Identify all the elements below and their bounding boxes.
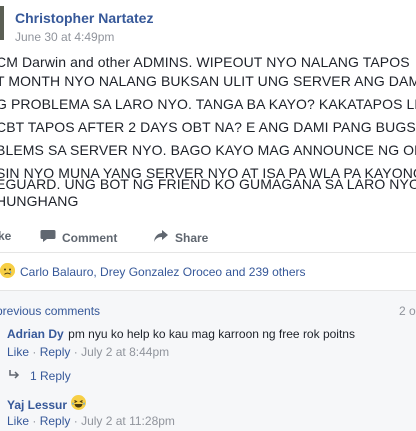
share-button[interactable]: Share	[153, 229, 208, 246]
comment-button[interactable]: Comment	[40, 229, 117, 246]
comment-author[interactable]: Yaj Lessur	[7, 398, 67, 412]
laughing-face-icon	[71, 395, 87, 415]
share-label: Share	[175, 230, 209, 245]
comment-reply-link[interactable]: Reply	[40, 414, 71, 428]
like-label: ke	[0, 229, 12, 243]
post-text-line: EGUARD. UNG BOT NG FRIEND KO GUMAGANA SA…	[0, 176, 416, 192]
comment-label: Comment	[62, 230, 118, 245]
comment-time[interactable]: July 2 at 8:44pm	[81, 345, 169, 359]
comment-author[interactable]: Adrian Dy	[7, 327, 64, 341]
post-text-line: CBT TAPOS AFTER 2 DAYS OBT NA? E ANG DAM…	[0, 119, 416, 135]
view-replies-link[interactable]: 1 Reply	[30, 369, 71, 383]
divider	[0, 252, 416, 253]
comment: Yaj Lessur	[7, 395, 87, 415]
comment-like-link[interactable]: Like	[7, 414, 29, 428]
comment-text: pm nyu ko help ko kau mag karroon ng fre…	[68, 327, 355, 341]
reaction-summary[interactable]: Carlo Balauro, Drey Gonzalez Oroceo and …	[20, 265, 306, 279]
post-text-line: BLEMS SA SERVER NYO. BAGO KAYO MAG ANNOU…	[0, 142, 416, 158]
comment-bubble-icon	[40, 229, 56, 246]
like-button[interactable]: ke	[0, 229, 11, 243]
post-text-line: HUNGHANG	[0, 193, 79, 209]
comment-meta: Like · Reply · July 2 at 8:44pm	[7, 345, 170, 359]
comment-like-link[interactable]: Like	[7, 345, 29, 359]
share-arrow-icon	[153, 229, 169, 246]
comment-count: 2 o	[399, 304, 416, 318]
post-timestamp[interactable]: June 30 at 4:49pm	[15, 30, 114, 44]
avatar[interactable]	[0, 6, 4, 40]
comment-meta: Like · Reply · July 2 at 11:28pm	[7, 414, 175, 428]
comment-time[interactable]: July 2 at 11:28pm	[81, 414, 175, 428]
comment: Adrian Dy pm nyu ko help ko kau mag karr…	[7, 325, 355, 343]
post-text-line: T MONTH NYO NALANG BUKSAN ULIT UNG SERVE…	[0, 73, 416, 89]
view-previous-comments-link[interactable]: previous comments	[0, 304, 100, 318]
reply-arrow-icon	[8, 369, 20, 384]
post-text-line: G PROBLEMA SA LARO NYO. TANGA BA KAYO? K…	[0, 96, 416, 112]
post-text-line: CM Darwin and other ADMINS. WIPEOUT NYO …	[0, 54, 410, 70]
sad-face-icon[interactable]	[0, 263, 15, 278]
comment-reply-link[interactable]: Reply	[40, 345, 71, 359]
post-action-bar: ke Comment Share	[0, 229, 416, 249]
post-author[interactable]: Christopher Nartatez	[15, 10, 153, 26]
